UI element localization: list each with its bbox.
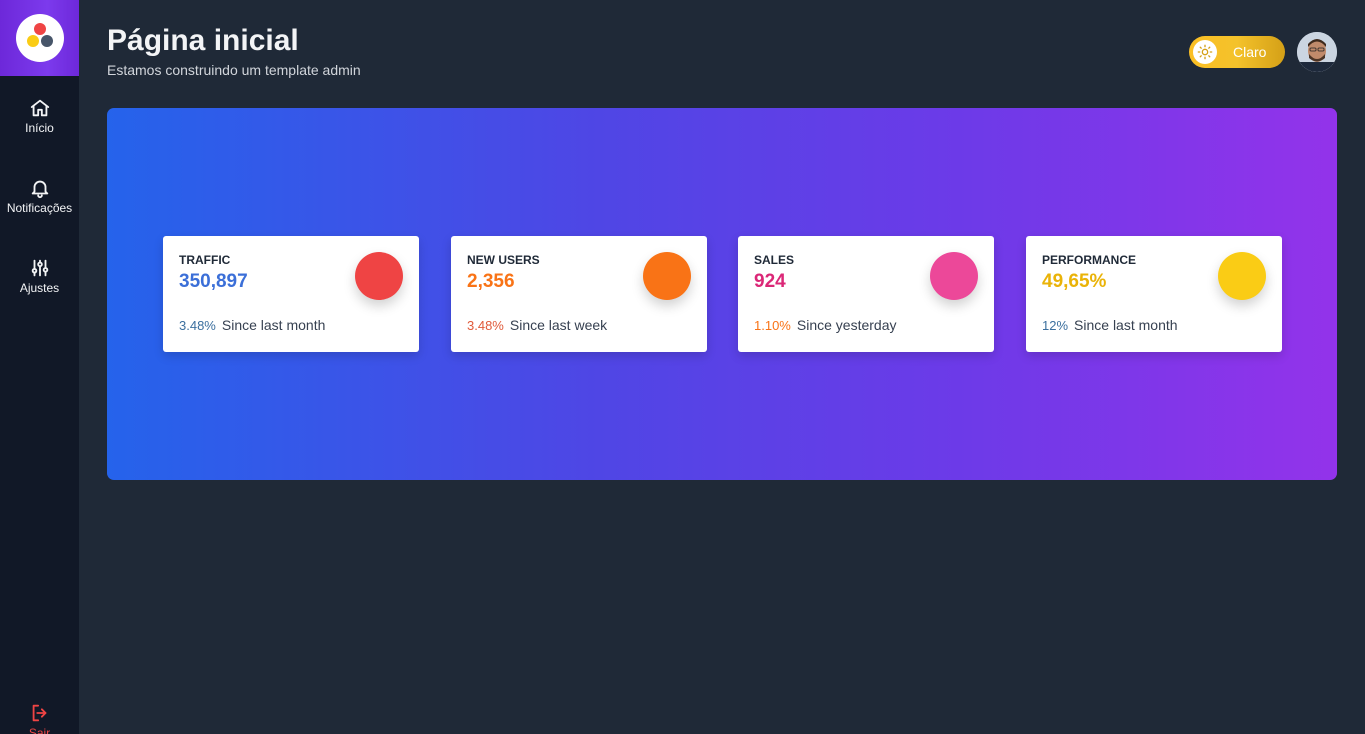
- stat-card-performance: PERFORMANCE 49,65% 12% Since last month: [1026, 236, 1282, 352]
- card-footer: 1.10% Since yesterday: [754, 317, 896, 333]
- bell-icon: [31, 180, 48, 199]
- card-percent: 3.48%: [467, 318, 504, 333]
- stat-card-traffic: TRAFFIC 350,897 3.48% Since last month: [163, 236, 419, 352]
- sun-icon: [1197, 44, 1213, 60]
- logo-dot-yellow: [26, 35, 39, 47]
- avatar-image: [1297, 32, 1337, 72]
- card-percent: 1.10%: [754, 318, 791, 333]
- logout-label: Sair: [28, 726, 51, 734]
- card-percent: 3.48%: [179, 318, 216, 333]
- page-subtitle: Estamos construindo um template admin: [107, 62, 361, 78]
- card-badge-circle: [643, 252, 691, 300]
- card-period: Since last month: [221, 317, 326, 333]
- home-icon: [30, 99, 49, 117]
- card-badge-circle: [355, 252, 403, 300]
- card-footer: 12% Since last month: [1042, 317, 1178, 333]
- logo-dot-gray: [40, 35, 53, 47]
- card-footer: 3.48% Since last month: [179, 317, 325, 333]
- sidebar-item-label: Ajustes: [19, 281, 60, 295]
- card-period: Since yesterday: [796, 317, 897, 333]
- avatar[interactable]: [1297, 32, 1337, 72]
- logo: [15, 14, 64, 62]
- theme-label: Claro: [1233, 44, 1267, 60]
- sliders-icon: [31, 259, 48, 277]
- sidebar-item-notificacoes[interactable]: Notificações: [0, 156, 79, 236]
- sidebar-item-ajustes[interactable]: Ajustes: [0, 236, 79, 316]
- card-footer: 3.48% Since last week: [467, 317, 607, 333]
- sidebar-item-sair[interactable]: Sair: [0, 702, 79, 734]
- stat-card-new-users: NEW USERS 2,356 3.48% Since last week: [451, 236, 707, 352]
- sidebar-item-inicio[interactable]: Início: [0, 76, 79, 156]
- stats-banner: TRAFFIC 350,897 3.48% Since last month NE…: [107, 108, 1337, 480]
- card-period: Since last week: [509, 317, 608, 333]
- theme-knob: [1193, 40, 1217, 64]
- card-percent: 12%: [1042, 318, 1069, 333]
- logo-area[interactable]: [0, 0, 79, 76]
- sidebar-item-label: Notificações: [6, 201, 73, 215]
- card-badge-circle: [1218, 252, 1266, 300]
- theme-toggle[interactable]: Claro: [1189, 36, 1285, 68]
- logo-dot-red: [33, 23, 46, 35]
- sidebar: Início Notificações Ajustes Sair: [0, 0, 79, 734]
- page-title: Página inicial: [107, 24, 299, 57]
- card-period: Since last month: [1074, 317, 1178, 333]
- stat-card-sales: SALES 924 1.10% Since yesterday: [738, 236, 994, 352]
- sidebar-item-label: Início: [25, 121, 54, 135]
- card-badge-circle: [930, 252, 978, 300]
- logout-icon: [32, 704, 46, 722]
